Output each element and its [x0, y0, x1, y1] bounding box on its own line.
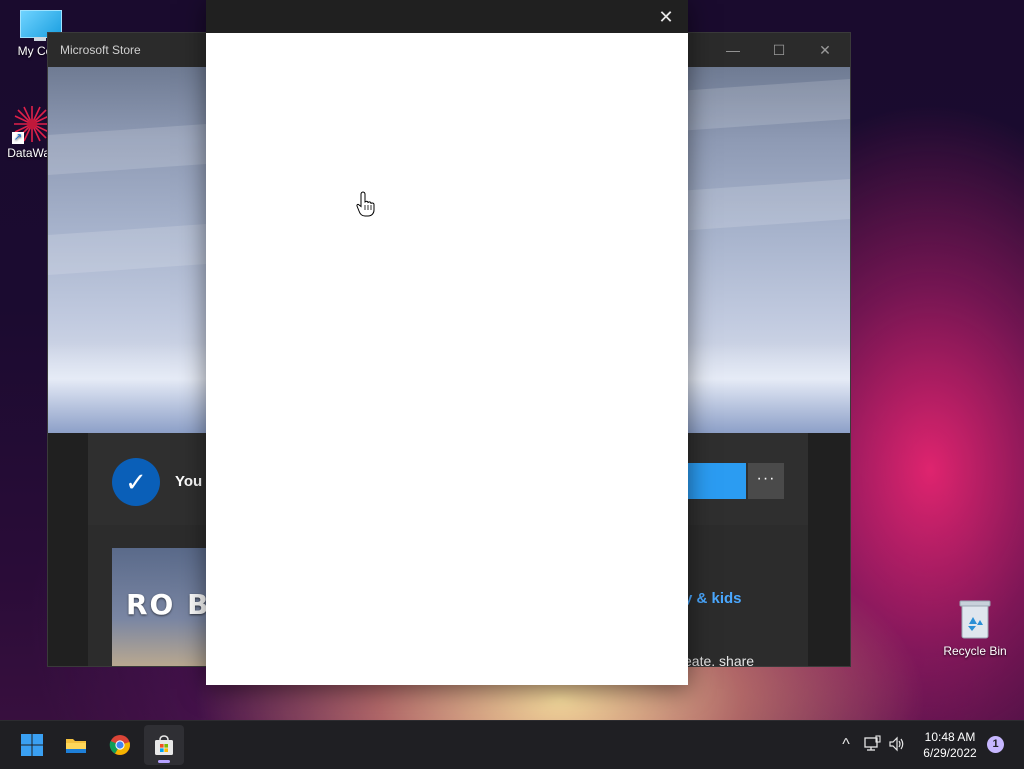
clock-date: 6/29/2022 [923, 746, 977, 760]
sign-in-dialog: ✕ [206, 0, 688, 685]
primary-action-button[interactable] [678, 463, 746, 499]
system-tray: ^ 10:48 AM 6/29/2022 [0, 721, 1024, 769]
desktop-icon-recycle-bin[interactable]: Recycle Bin [935, 598, 1015, 658]
maximize-button[interactable]: ☐ [756, 33, 802, 67]
category-link[interactable]: y & kids [684, 590, 742, 607]
hand-cursor-icon [356, 191, 376, 217]
game-logo-text: RO B [126, 588, 211, 621]
network-icon[interactable] [862, 735, 882, 755]
volume-icon[interactable] [887, 735, 907, 755]
taskbar: ^ 10:48 AM 6/29/2022 [0, 720, 1024, 769]
datawag-app-icon: ↗ [12, 104, 52, 144]
notification-badge[interactable]: 1 [987, 736, 1004, 753]
show-hidden-icons-chevron-icon[interactable]: ^ [836, 735, 856, 755]
desktop-icon-label: Recycle Bin [943, 644, 1007, 658]
shortcut-arrow-icon: ↗ [12, 132, 24, 144]
close-icon[interactable]: ✕ [654, 5, 678, 29]
minimize-button[interactable]: — [710, 33, 756, 67]
checkmark-icon: ✓ [112, 458, 160, 506]
clock-time: 10:48 AM [924, 730, 976, 744]
description-text: eate, share [684, 653, 755, 667]
close-button[interactable]: ✕ [802, 33, 848, 67]
recycle-bin-icon [955, 598, 995, 642]
store-window-title: Microsoft Store [60, 43, 141, 57]
clock[interactable]: 10:48 AM 6/29/2022 [912, 729, 988, 761]
dialog-titlebar[interactable]: ✕ [206, 0, 688, 33]
more-options-button[interactable]: ··· [748, 463, 784, 499]
